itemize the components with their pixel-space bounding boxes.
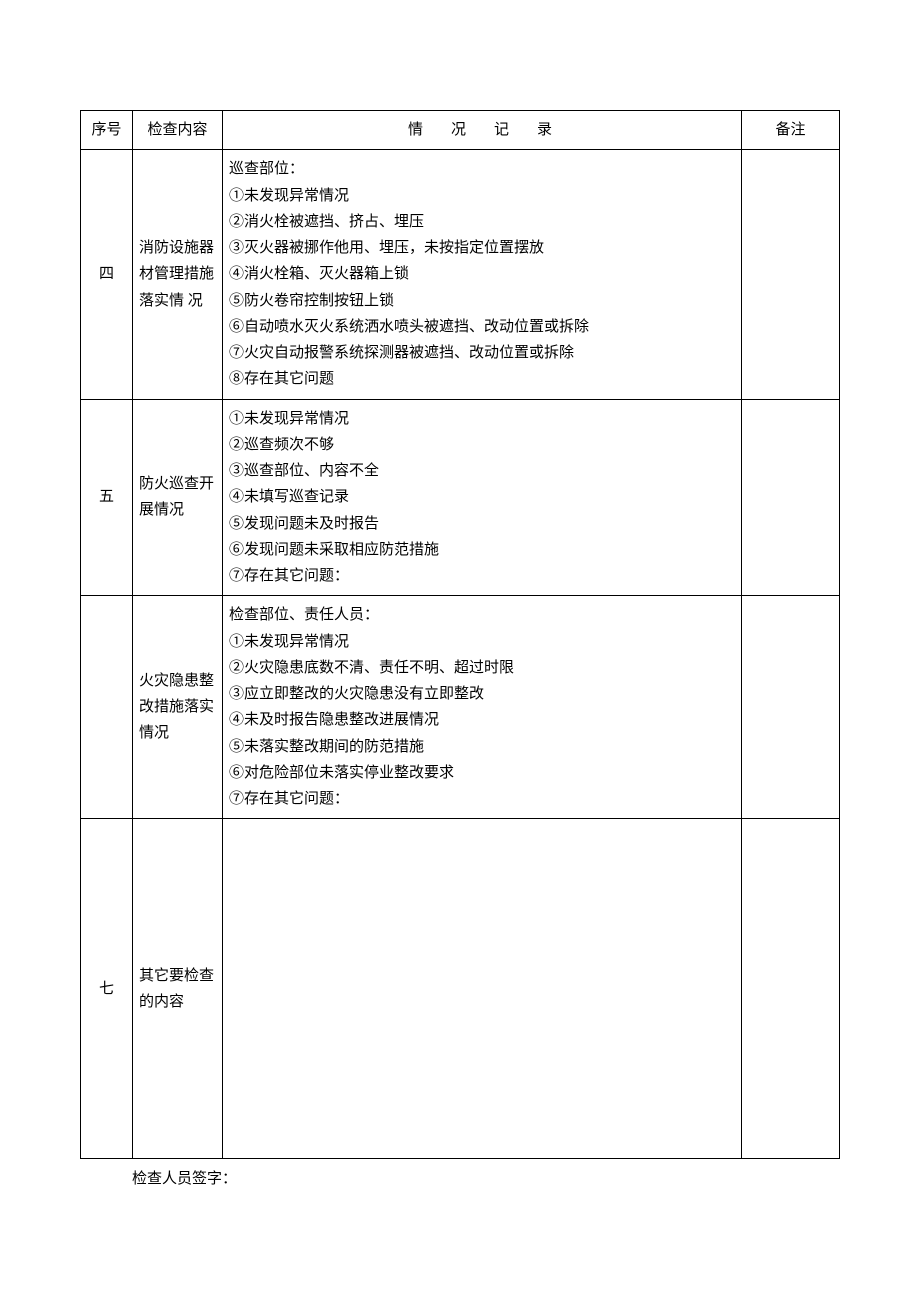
- row-remark: [742, 150, 840, 399]
- row-record-text: ①未发现异常情况②巡查频次不够③巡查部位、内容不全④未填写巡查记录⑤发现问题未及…: [229, 406, 735, 590]
- header-num: 序号: [81, 111, 133, 150]
- row-remark: [742, 399, 840, 596]
- table-row: 五 防火巡查开展情况 ①未发现异常情况②巡查频次不够③巡查部位、内容不全④未填写…: [81, 399, 840, 596]
- row-record-text: 检查部位、责任人员：①未发现异常情况②火灾隐患底数不清、责任不明、超过时限③应立…: [229, 602, 735, 812]
- table-row: 火灾隐患整改措施落实情况 检查部位、责任人员：①未发现异常情况②火灾隐患底数不清…: [81, 596, 840, 819]
- row-record: 巡查部位：①未发现异常情况②消火栓被遮挡、挤占、埋压③灭火器被挪作他用、埋压，未…: [223, 150, 742, 399]
- row-num: 七: [81, 819, 133, 1159]
- row-num: 五: [81, 399, 133, 596]
- header-record: 情况记录: [223, 111, 742, 150]
- row-remark: [742, 596, 840, 819]
- header-content: 检查内容: [133, 111, 223, 150]
- row-content: 防火巡查开展情况: [133, 399, 223, 596]
- row-content: 其它要检查的内容: [133, 819, 223, 1159]
- header-remark: 备注: [742, 111, 840, 150]
- table-header-row: 序号 检查内容 情况记录 备注: [81, 111, 840, 150]
- row-num: 四: [81, 150, 133, 399]
- row-remark: [742, 819, 840, 1159]
- inspection-table: 序号 检查内容 情况记录 备注 四 消防设施器材管理措施落实情 况 巡查部位：①…: [80, 110, 840, 1159]
- row-record: [223, 819, 742, 1159]
- row-content: 火灾隐患整改措施落实情况: [133, 596, 223, 819]
- row-record: 检查部位、责任人员：①未发现异常情况②火灾隐患底数不清、责任不明、超过时限③应立…: [223, 596, 742, 819]
- row-record-text: 巡查部位：①未发现异常情况②消火栓被遮挡、挤占、埋压③灭火器被挪作他用、埋压，未…: [229, 156, 735, 392]
- table-row: 四 消防设施器材管理措施落实情 况 巡查部位：①未发现异常情况②消火栓被遮挡、挤…: [81, 150, 840, 399]
- row-record: ①未发现异常情况②巡查频次不够③巡查部位、内容不全④未填写巡查记录⑤发现问题未及…: [223, 399, 742, 596]
- table-row: 七 其它要检查的内容: [81, 819, 840, 1159]
- signature-line: 检查人员签字：: [132, 1167, 840, 1188]
- row-content: 消防设施器材管理措施落实情 况: [133, 150, 223, 399]
- row-num: [81, 596, 133, 819]
